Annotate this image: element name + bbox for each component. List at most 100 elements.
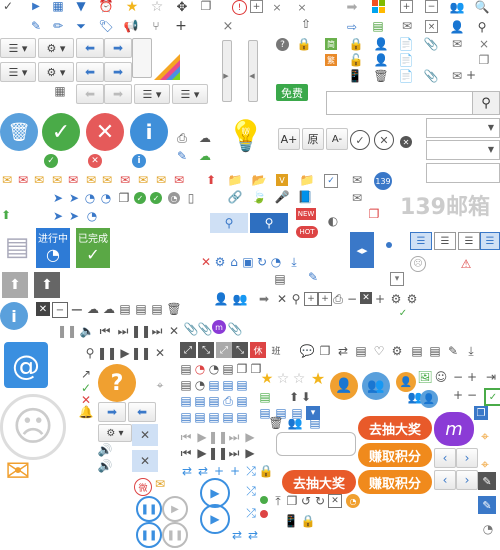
plus-icon[interactable]: + xyxy=(374,292,386,306)
mail-icon[interactable]: ✉ xyxy=(350,173,364,187)
mail-icon[interactable]: ✉ xyxy=(350,191,364,205)
filter-icon[interactable]: ▼ xyxy=(75,0,87,13)
pointer-icon[interactable]: ➤ xyxy=(52,209,64,223)
close-box-icon[interactable]: × xyxy=(425,20,438,33)
user-plus-icon[interactable]: 👥 xyxy=(288,416,303,430)
search-small-icon[interactable]: ⚲ xyxy=(475,20,489,34)
page-icon[interactable]: ▯ xyxy=(186,191,196,205)
edit-icon[interactable]: ✎ xyxy=(306,270,320,284)
document-icon[interactable]: 📄 xyxy=(399,37,414,51)
plus-icon[interactable]: + xyxy=(466,370,478,384)
sync-icon[interactable]: ⇄ xyxy=(246,528,260,542)
close-box-icon[interactable]: ✕ xyxy=(36,302,50,316)
minus-box-icon[interactable]: − xyxy=(52,302,68,318)
next-button[interactable]: › xyxy=(456,448,478,468)
search-button[interactable]: ⚲ xyxy=(250,213,288,233)
check-outline-icon[interactable]: ✓ xyxy=(350,130,370,150)
edit-icon[interactable]: ✎ xyxy=(446,344,460,358)
volume-icon[interactable]: 🔊 xyxy=(98,443,113,457)
mail-icon[interactable]: ✉ xyxy=(118,173,132,187)
folder-open-icon[interactable]: 📂 xyxy=(252,173,267,187)
alarm-red-icon[interactable]: ◔ xyxy=(194,362,206,376)
search-icon[interactable]: ⚲ xyxy=(84,346,96,360)
close-small-icon[interactable]: ✕ xyxy=(88,154,102,168)
document-icon[interactable]: 📄 xyxy=(399,53,414,67)
doc-edit-icon[interactable]: ✎ xyxy=(176,149,188,163)
alarm-icon[interactable]: ⏰ xyxy=(99,0,114,13)
check-green-icon[interactable]: ✓ xyxy=(398,308,408,319)
upload-icon[interactable]: ⤒ xyxy=(272,494,284,508)
layout-list-button[interactable]: ☰ xyxy=(434,232,456,250)
star-outline-icon[interactable]: ☆ xyxy=(292,371,306,387)
search-button-light[interactable]: ⚲ xyxy=(210,213,248,233)
doc-icon[interactable]: ▤ xyxy=(222,362,234,376)
earn-points-button[interactable]: 赚取积分 xyxy=(358,443,432,467)
clock-icon[interactable]: ◔ xyxy=(194,378,206,392)
user-star-icon[interactable]: 👤 xyxy=(450,20,465,34)
list-dropdown-button[interactable]: ☰ ▾ xyxy=(134,84,170,104)
cursor-icon[interactable]: ➤ xyxy=(68,191,80,205)
doc-icon[interactable]: ▤ xyxy=(236,410,248,424)
doc-icon[interactable]: ▤ xyxy=(208,410,220,424)
alert-icon[interactable]: ! xyxy=(232,0,247,15)
user-blue-icon[interactable]: 👤 xyxy=(420,390,438,408)
trash-icon[interactable]: 🗑 xyxy=(268,416,283,430)
scroll-arrow-icon[interactable]: ▶ xyxy=(222,72,230,80)
image-icon[interactable]: 🖼 xyxy=(417,370,432,384)
refresh-icon[interactable]: ↻ xyxy=(256,255,268,269)
funnel-icon[interactable]: ⏷ xyxy=(75,19,87,33)
print-icon[interactable]: ⎙ xyxy=(332,292,344,306)
at-icon[interactable]: @ xyxy=(4,342,48,388)
edit-icon[interactable]: ✎ xyxy=(30,19,42,33)
pause-circle-icon[interactable]: ❚❚ xyxy=(136,522,162,548)
up-red-icon[interactable]: ⬆ xyxy=(205,173,217,187)
scroll-arrow-icon[interactable]: ◀ xyxy=(248,72,256,80)
doc-icon[interactable]: ▤ xyxy=(194,394,206,408)
text-input[interactable] xyxy=(426,163,500,183)
copy-icon[interactable]: ❐ xyxy=(236,362,248,376)
clock-icon[interactable]: ◔ xyxy=(84,191,96,205)
next-track-icon[interactable]: ⏭ xyxy=(228,430,240,444)
search-input[interactable] xyxy=(327,92,471,114)
mail-icon[interactable]: ✉ xyxy=(400,19,414,33)
clock-icon[interactable]: ◔ xyxy=(100,191,112,205)
info-circle-icon[interactable]: i xyxy=(0,302,28,330)
user-icon[interactable]: 👤 xyxy=(374,53,389,67)
gear-icon[interactable]: ⚙ xyxy=(390,292,402,306)
sticky-orange-icon[interactable]: 繁 xyxy=(325,54,337,66)
settings-dropdown-button[interactable]: ⚙ ▾ xyxy=(38,38,74,58)
next-track-icon[interactable]: ⏭ xyxy=(116,324,130,338)
pause-circle-icon[interactable]: ❚❚ xyxy=(162,522,188,548)
star-icon[interactable]: ★ xyxy=(310,369,326,388)
phone-icon[interactable]: 📱 xyxy=(284,514,299,528)
layout-list-button[interactable]: ☰ xyxy=(410,232,432,250)
close-icon[interactable]: × xyxy=(297,1,307,14)
user-add-orange-icon[interactable]: 👤 xyxy=(396,372,416,392)
attach-icon[interactable]: 📎 xyxy=(184,322,199,336)
paperclip-icon[interactable]: 📎 xyxy=(424,69,439,83)
tag-icon[interactable]: 🏷 xyxy=(98,19,113,33)
lock-icon[interactable]: 🔒 xyxy=(349,37,364,51)
home-icon[interactable]: ⌂ xyxy=(228,255,240,269)
close-filled-icon[interactable]: ✕ xyxy=(400,136,412,148)
close-box-icon[interactable]: ✕ xyxy=(132,450,158,472)
doc-icon[interactable]: ▤ xyxy=(194,410,206,424)
mail-icon[interactable]: ✉ xyxy=(84,173,98,187)
close-icon[interactable]: × xyxy=(222,19,234,34)
copy-icon[interactable]: ❐ xyxy=(318,344,332,358)
sidebar-icon[interactable]: ▤ xyxy=(0,230,34,264)
layout-list-button[interactable]: ☰ xyxy=(458,232,480,250)
mail-icon[interactable]: ✉ xyxy=(154,173,168,187)
plus-box-icon[interactable]: + xyxy=(400,0,413,13)
plus-icon[interactable]: + xyxy=(452,388,464,402)
minus-icon[interactable]: − xyxy=(346,292,358,306)
heart-icon[interactable]: ♡ xyxy=(372,344,386,358)
mail-plus-icon[interactable]: ✉ xyxy=(450,69,464,83)
trash-icon[interactable]: 🗑 xyxy=(166,302,181,316)
prev-track-icon[interactable]: ⏮ xyxy=(180,446,192,460)
doc-list-icon[interactable]: ▤ xyxy=(180,362,192,376)
check-box-icon[interactable]: ▾ xyxy=(390,272,404,286)
doc-icon[interactable]: ▤ xyxy=(222,378,234,392)
prev-button[interactable]: ⬅ xyxy=(76,62,104,82)
scrollbar-track[interactable] xyxy=(222,40,232,102)
